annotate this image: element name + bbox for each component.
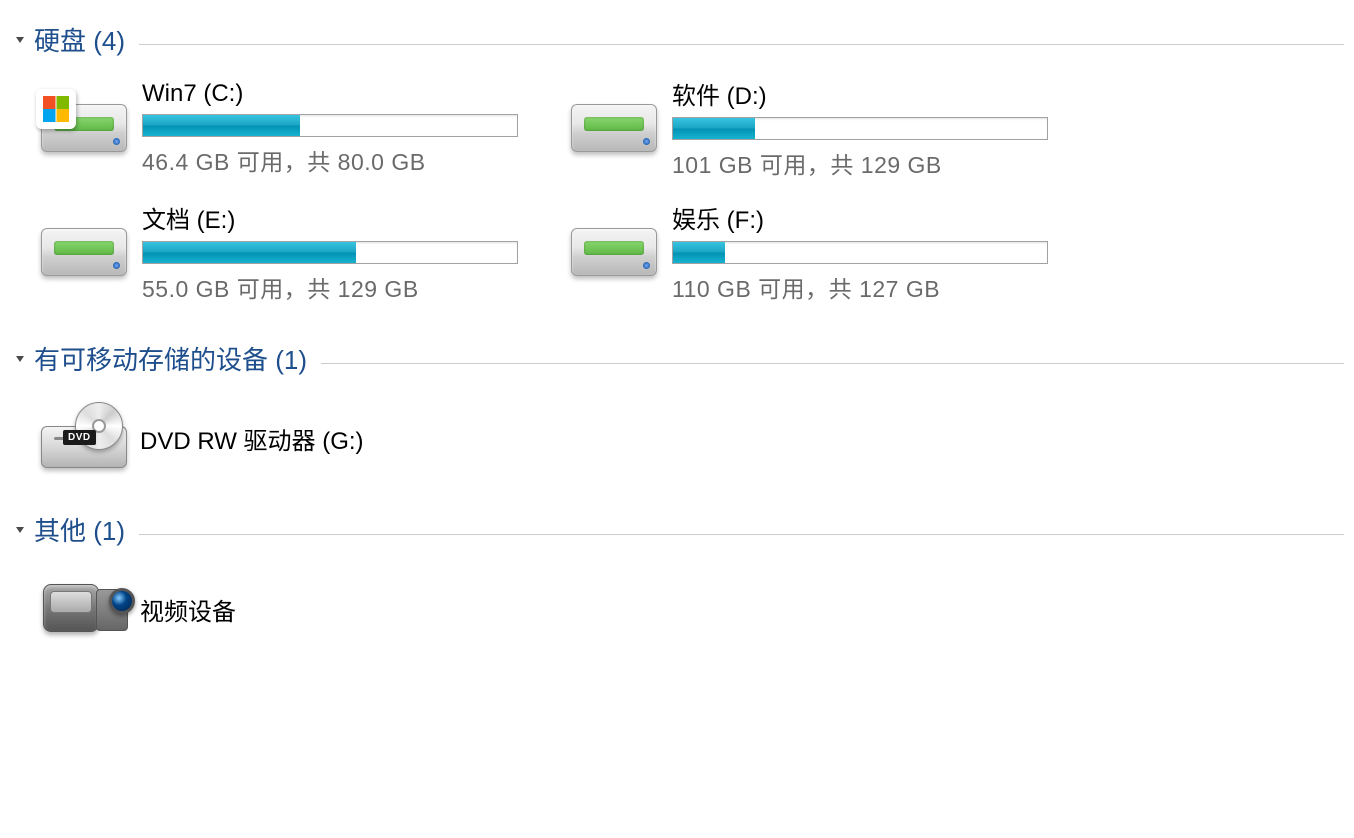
- removable-list: DVD DVD RW 驱动器 (G:): [10, 383, 1344, 497]
- other-section-title: 其他 (1): [34, 511, 125, 548]
- hdd-icon: [36, 209, 132, 295]
- hdd-section-header[interactable]: 硬盘 (4): [10, 15, 1344, 64]
- other-section: 其他 (1) 视频设备: [10, 505, 1344, 668]
- removable-section-title: 有可移动存储的设备 (1): [34, 340, 307, 377]
- drive-name: 软件 (D:): [672, 76, 1068, 111]
- capacity-bar: [672, 241, 1048, 264]
- other-section-header[interactable]: 其他 (1): [10, 505, 1344, 554]
- capacity-fill: [143, 115, 300, 136]
- drive-name: Win7 (C:): [142, 80, 538, 108]
- other-list: 视频设备: [10, 554, 1344, 668]
- video-camera-icon: [36, 566, 132, 652]
- drive-d[interactable]: 软件 (D:) 101 GB 可用，共 129 GB: [562, 72, 1072, 184]
- device-name: DVD RW 驱动器 (G:): [132, 421, 364, 456]
- divider: [139, 534, 1344, 535]
- capacity-bar: [142, 114, 518, 137]
- drive-status: 101 GB 可用，共 129 GB: [672, 146, 1068, 180]
- hdd-os-icon: [36, 85, 132, 171]
- drive-status: 110 GB 可用，共 127 GB: [672, 270, 1068, 304]
- drive-c[interactable]: Win7 (C:) 46.4 GB 可用，共 80.0 GB: [32, 72, 542, 184]
- drive-f[interactable]: 娱乐 (F:) 110 GB 可用，共 127 GB: [562, 196, 1072, 308]
- drive-status: 46.4 GB 可用，共 80.0 GB: [142, 143, 538, 177]
- removable-section: 有可移动存储的设备 (1) DVD DVD RW 驱动器 (G:): [10, 334, 1344, 497]
- drive-name: 文档 (E:): [142, 200, 538, 235]
- capacity-bar: [672, 117, 1048, 140]
- hdd-icon: [566, 85, 662, 171]
- video-device[interactable]: 视频设备: [32, 558, 1344, 660]
- collapse-arrow-icon: [16, 527, 24, 533]
- capacity-fill: [143, 242, 356, 263]
- divider: [321, 363, 1344, 364]
- drive-name: 娱乐 (F:): [672, 200, 1068, 235]
- dvd-drive-icon: DVD: [36, 395, 132, 481]
- drive-e[interactable]: 文档 (E:) 55.0 GB 可用，共 129 GB: [32, 196, 542, 308]
- device-name: 视频设备: [132, 592, 236, 627]
- divider: [139, 44, 1344, 45]
- hdd-section-title: 硬盘 (4): [34, 21, 125, 58]
- capacity-fill: [673, 242, 725, 263]
- capacity-fill: [673, 118, 755, 139]
- dvd-drive-g[interactable]: DVD DVD RW 驱动器 (G:): [32, 387, 1344, 489]
- collapse-arrow-icon: [16, 356, 24, 362]
- removable-section-header[interactable]: 有可移动存储的设备 (1): [10, 334, 1344, 383]
- hdd-section: 硬盘 (4) Win7 (C:) 46.4 GB 可用，共 80.0 GB 软件…: [10, 15, 1344, 326]
- hdd-icon: [566, 209, 662, 295]
- collapse-arrow-icon: [16, 37, 24, 43]
- capacity-bar: [142, 241, 518, 264]
- hdd-drive-grid: Win7 (C:) 46.4 GB 可用，共 80.0 GB 软件 (D:) 1…: [10, 64, 1344, 326]
- drive-status: 55.0 GB 可用，共 129 GB: [142, 270, 538, 304]
